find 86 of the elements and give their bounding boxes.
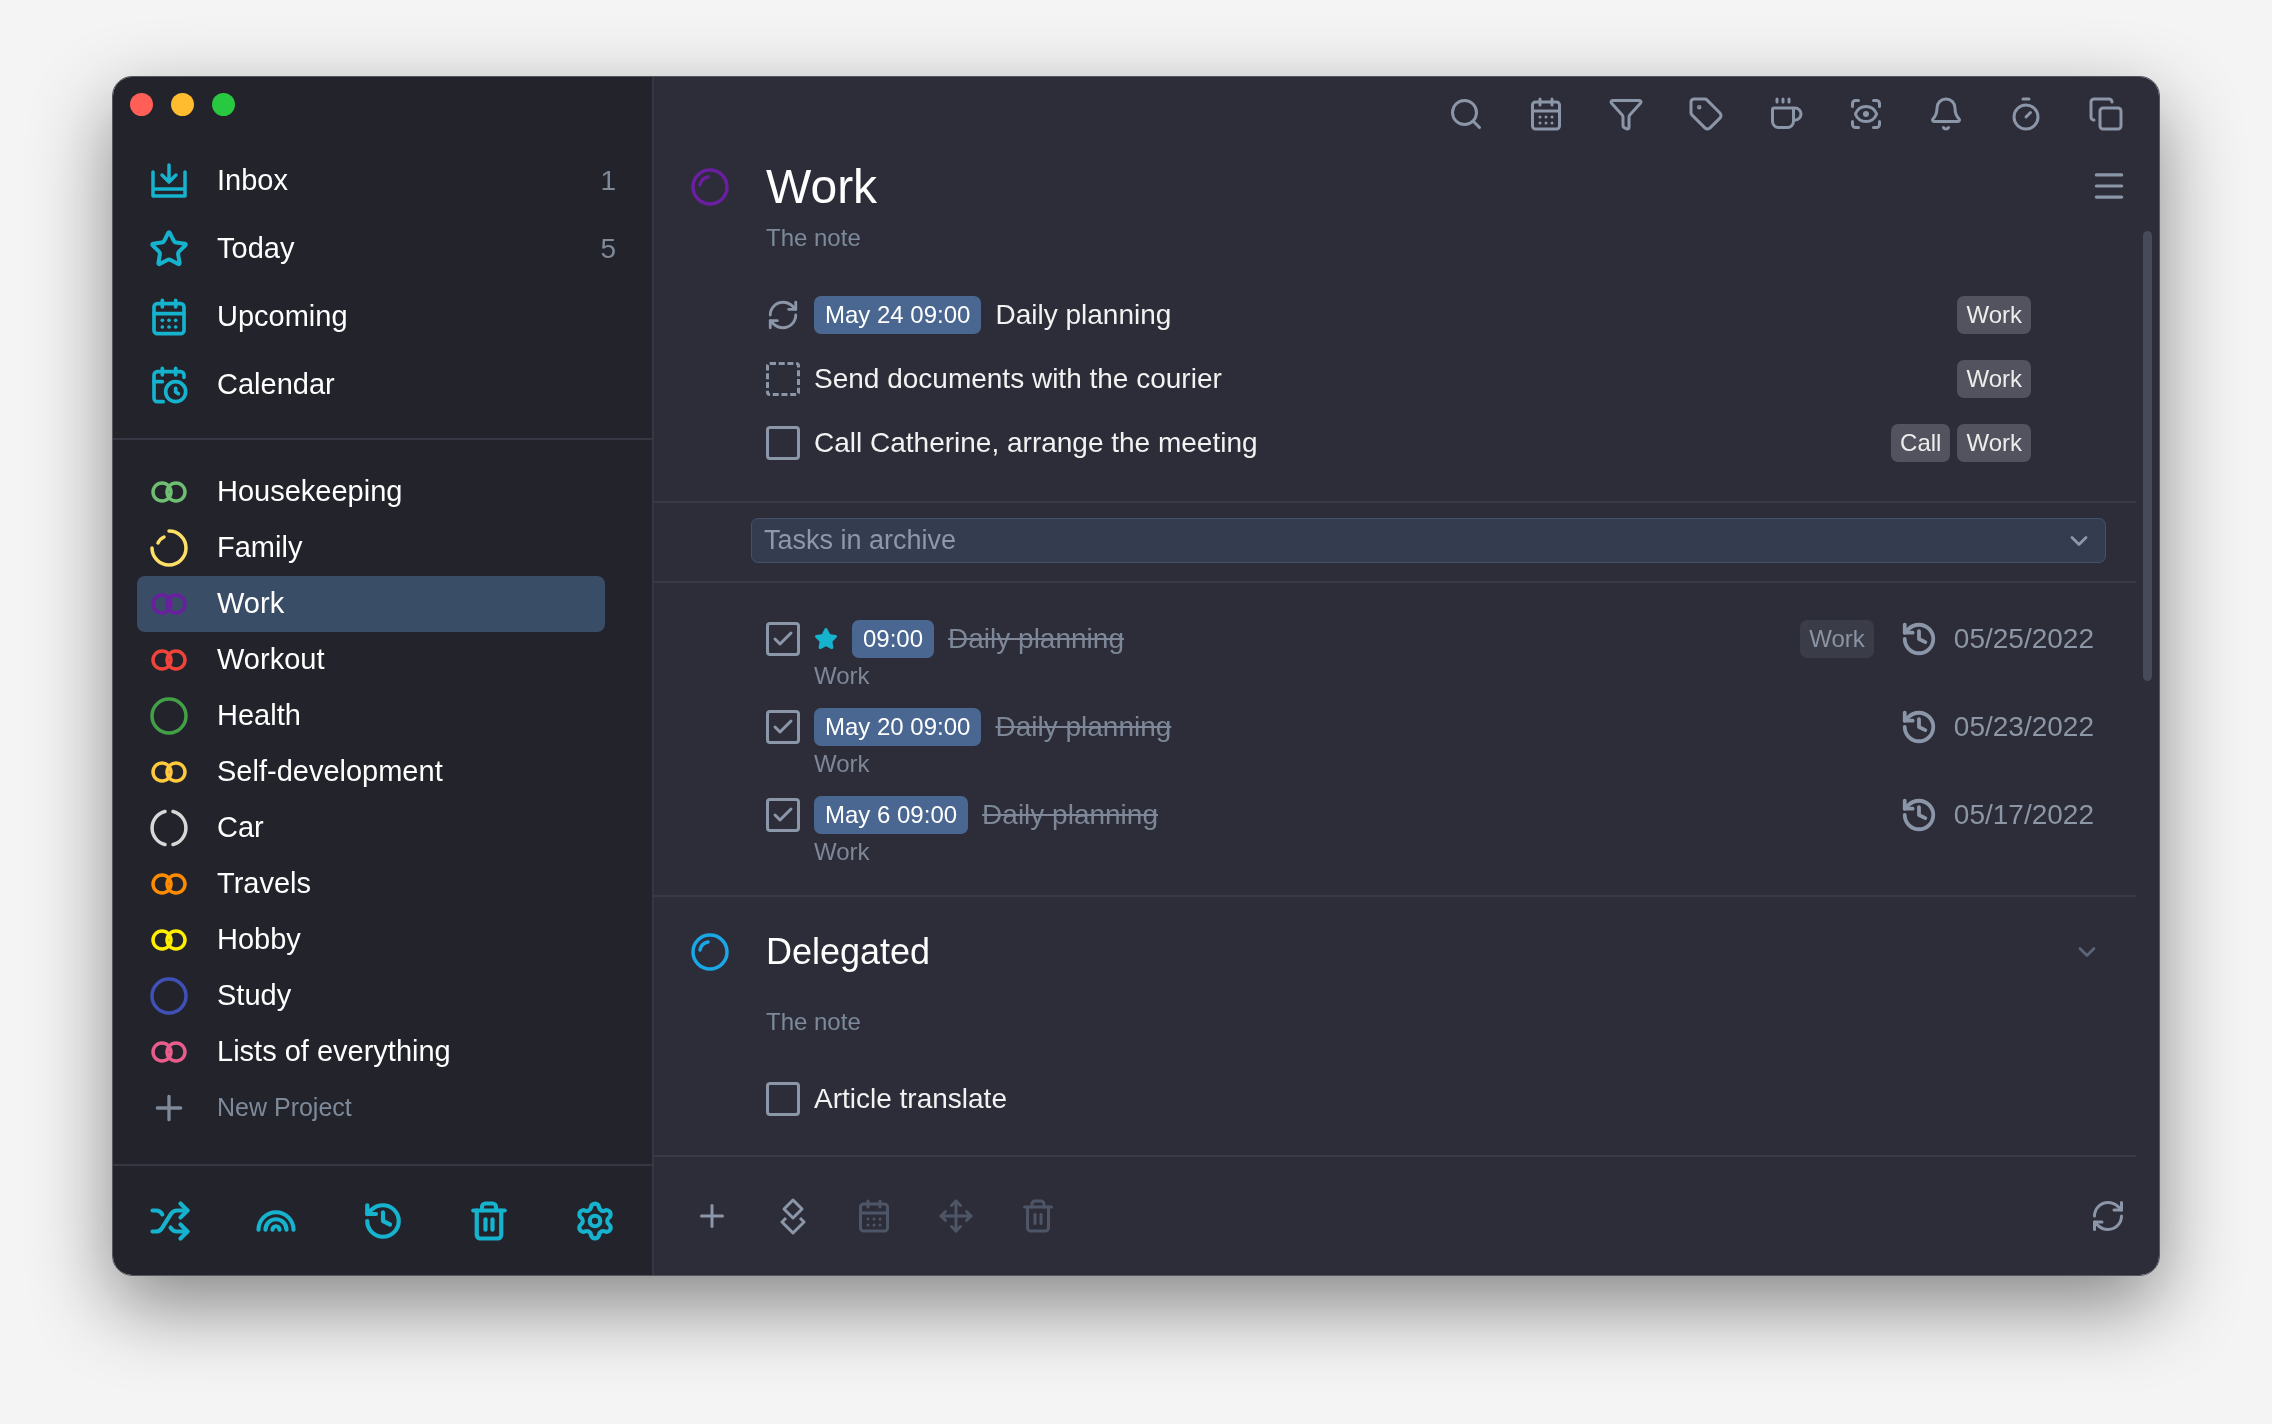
project-item[interactable]: Housekeeping [137, 464, 605, 520]
checkbox[interactable] [766, 622, 800, 656]
task-title[interactable]: Send documents with the courier [814, 358, 1222, 400]
checkbox[interactable] [766, 1082, 800, 1116]
project-note: The note [766, 1007, 861, 1037]
project-label: Travels [217, 866, 311, 902]
checkbox[interactable] [766, 362, 800, 396]
date-badge[interactable]: May 6 09:00 [814, 796, 969, 834]
date-badge[interactable]: May 20 09:00 [814, 708, 982, 746]
focus-icon[interactable] [1848, 96, 1884, 132]
task-title[interactable]: Call Catherine, arrange the meeting [814, 422, 1258, 464]
task-title[interactable]: Daily planning [995, 706, 1172, 748]
tray-download-icon [149, 162, 189, 200]
close-button[interactable] [130, 93, 153, 116]
search-icon[interactable] [1448, 96, 1484, 132]
project-label: Health [217, 698, 301, 734]
settings-icon[interactable] [574, 1199, 616, 1242]
date-badge[interactable]: May 24 09:00 [814, 296, 982, 334]
tag[interactable]: Work [1957, 296, 2031, 334]
checkbox[interactable] [766, 426, 800, 460]
nav-label: Inbox [217, 163, 289, 199]
nav-label: Calendar [217, 367, 336, 403]
count: 1 [600, 164, 616, 198]
nav-label: Today [217, 231, 296, 267]
completed-date: 05/23/2022 [1953, 710, 2094, 744]
bell-icon[interactable] [1928, 96, 1964, 132]
shuffle-icon[interactable] [149, 1199, 191, 1242]
repeat-icon[interactable] [766, 298, 800, 332]
project-item[interactable]: Work [137, 576, 605, 632]
checkbox[interactable] [766, 798, 800, 832]
project-note: The note [766, 223, 861, 253]
project-label: Self-development [217, 754, 443, 790]
star-icon [149, 229, 189, 269]
tag[interactable]: Call [1891, 424, 1951, 462]
new-project-button[interactable]: New Project [137, 1080, 628, 1136]
project-label: Study [217, 978, 292, 1014]
task-title[interactable]: Daily planning [995, 294, 1172, 336]
project-item[interactable]: Hobby [137, 912, 605, 968]
task-title[interactable]: Daily planning [982, 794, 1158, 836]
task-project: Work [814, 749, 870, 779]
project-item[interactable]: Health [137, 688, 605, 744]
archive-dropdown[interactable]: Tasks in archive [751, 518, 2106, 563]
section-title: Delegated [766, 930, 931, 974]
calendar-clock-icon [149, 365, 189, 405]
completed-date: 05/17/2022 [1953, 798, 2094, 832]
project-item[interactable]: Travels [137, 856, 605, 912]
project-label: Family [217, 530, 303, 566]
project-label: Housekeeping [217, 474, 403, 510]
date-badge[interactable]: 09:00 [852, 620, 935, 658]
nav-item[interactable]: Upcoming [113, 283, 652, 351]
project-item[interactable]: Family [137, 520, 605, 576]
nav-label: Upcoming [217, 299, 349, 335]
copy-icon[interactable] [2088, 96, 2124, 132]
sync-icon[interactable] [2090, 1198, 2126, 1234]
task-project: Work [814, 661, 870, 691]
count: 5 [600, 232, 616, 266]
calendar-icon [149, 297, 189, 337]
checkbox[interactable] [766, 710, 800, 744]
filter-icon[interactable] [1608, 96, 1644, 132]
project-label: Workout [217, 642, 325, 678]
nav-item[interactable]: Calendar [113, 351, 652, 419]
project-item[interactable]: Workout [137, 632, 605, 688]
nav-item[interactable]: Inbox 1 [113, 147, 652, 215]
task-project: Work [814, 837, 870, 867]
calendar-icon[interactable] [1528, 96, 1564, 132]
minimize-button[interactable] [171, 93, 194, 116]
project-item[interactable]: Car [137, 800, 605, 856]
project-label: Work [217, 586, 285, 622]
completed-date: 05/25/2022 [1953, 622, 2094, 656]
tag[interactable]: Work [1800, 620, 1874, 658]
project-label: Hobby [217, 922, 301, 958]
project-item[interactable]: Study [137, 968, 605, 1024]
project-label: Car [217, 810, 264, 846]
project-item[interactable]: Lists of everything [137, 1024, 605, 1080]
section-title: Work [766, 159, 878, 215]
scrollbar-thumb[interactable] [2143, 231, 2152, 681]
task-title[interactable]: Article translate [814, 1078, 1007, 1120]
project-label: Lists of everything [217, 1034, 451, 1070]
nav-item[interactable]: Today 5 [113, 215, 652, 283]
task-title[interactable]: Daily planning [948, 618, 1124, 660]
cup-icon[interactable] [1768, 96, 1804, 132]
tag[interactable]: Work [1957, 360, 2031, 398]
project-item[interactable]: Self-development [137, 744, 605, 800]
tag-icon[interactable] [1688, 96, 1724, 132]
tag[interactable]: Work [1957, 424, 2031, 462]
zoom-button[interactable] [212, 93, 235, 116]
